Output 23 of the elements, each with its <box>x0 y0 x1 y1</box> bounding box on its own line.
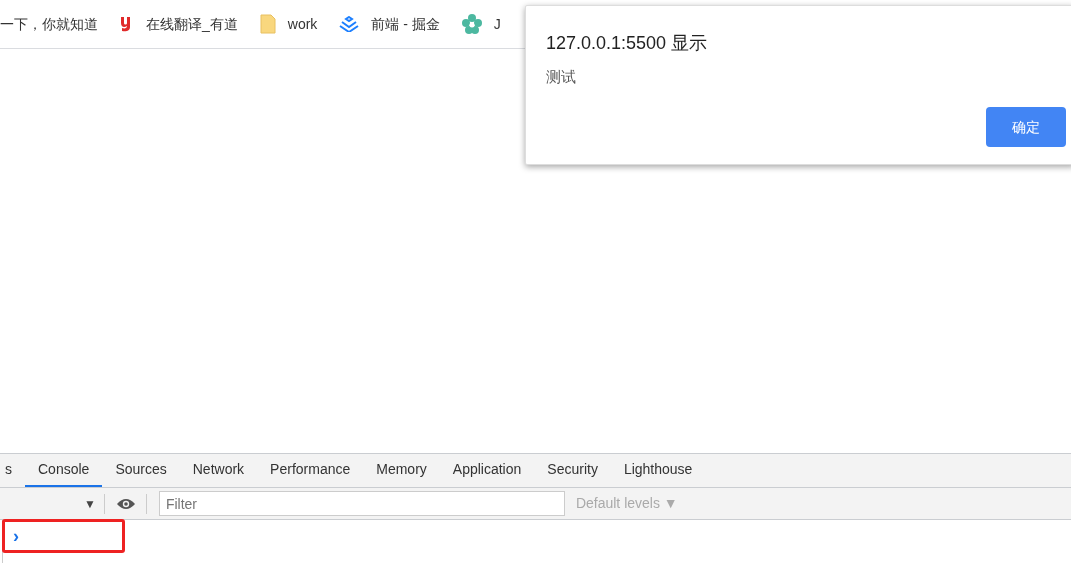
devtools-tab[interactable]: s <box>0 454 25 487</box>
bookmark-link[interactable]: 前端 - 掘金 <box>371 13 440 35</box>
bookmark-link[interactable]: 在线翻译_有道 <box>146 13 238 35</box>
devtools-tab[interactable]: Memory <box>363 454 440 487</box>
devtools-tab[interactable]: Network <box>179 454 258 487</box>
devtools-tab[interactable]: Lighthouse <box>610 454 706 487</box>
devtools-tab[interactable]: Application <box>439 454 535 487</box>
folder-icon <box>259 14 276 34</box>
devtools-tab[interactable]: Performance <box>257 454 364 487</box>
console-prompt[interactable]: › <box>13 523 19 550</box>
bookmark-link[interactable]: J <box>493 13 501 35</box>
devtools-tab[interactable]: Sources <box>102 454 180 487</box>
dialog-title: 127.0.0.1:5500 显示 <box>546 32 708 55</box>
dialog-message: 测试 <box>546 67 576 87</box>
eye-icon[interactable] <box>115 496 136 511</box>
dropdown-caret[interactable]: ▼ <box>84 494 96 513</box>
devtools-tab[interactable]: Security <box>534 454 611 487</box>
flower-icon <box>461 14 482 34</box>
ok-button[interactable]: 确定 <box>986 107 1066 147</box>
bookmark-link[interactable]: 一下，你就知道 <box>0 13 98 35</box>
chevrons-icon <box>339 16 360 32</box>
filter-field[interactable]: Filter <box>158 491 565 516</box>
bookmark-link[interactable]: work <box>287 13 318 35</box>
